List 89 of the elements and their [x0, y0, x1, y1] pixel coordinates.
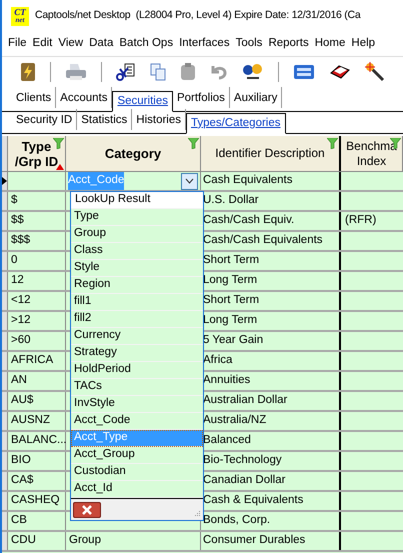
menu-item[interactable]: Batch Ops [119, 35, 174, 53]
menu-item[interactable]: Interfaces [179, 35, 230, 53]
table-cell-text: <12 [11, 293, 31, 308]
tab[interactable]: Statistics [77, 109, 132, 130]
table-cell-text: Group [69, 533, 101, 548]
table-cell-text: CB [11, 513, 27, 528]
list-option[interactable]: Currency [71, 328, 203, 345]
tab[interactable]: Auxiliary [230, 87, 282, 108]
table-cell-text: CASHEQ [11, 493, 60, 508]
table-cell-text: (RFR) [345, 213, 376, 228]
list-option[interactable]: InvStyle [71, 396, 203, 413]
resize-grip-icon[interactable] [193, 510, 201, 518]
table-cell-text: Balanced [203, 433, 251, 448]
list-option[interactable]: Acct_Group [71, 447, 203, 464]
table-cell-text: Canadian Dollar [203, 473, 286, 488]
table-cell-text: BIO [11, 453, 31, 468]
undo-icon[interactable] [210, 64, 228, 80]
tab[interactable]: Portfolios [172, 87, 230, 108]
close-button[interactable] [73, 502, 101, 518]
table-cell-text: AN [11, 373, 27, 388]
dropdown-button[interactable] [181, 172, 198, 190]
table-cell-text: $ [11, 193, 18, 208]
tab[interactable]: Types/Categories [186, 113, 286, 134]
list-option[interactable]: HoldPeriod [71, 362, 203, 379]
table-cell-text: Annuities [203, 373, 250, 388]
table-cell-text: Long Term [203, 273, 258, 288]
list-option[interactable]: Class [71, 243, 203, 260]
eraser-icon[interactable] [329, 64, 351, 80]
table-cell-text: 12 [11, 273, 24, 288]
list-header: LookUp Result [71, 192, 203, 209]
table-cell-text: Cash & Equivalents [203, 493, 304, 508]
table-cell-text: 0 [11, 253, 18, 268]
tab[interactable]: Security ID [12, 109, 78, 130]
list-option[interactable]: Style [71, 260, 203, 277]
column-header[interactable]: Category [66, 136, 201, 171]
menu-item[interactable]: Home [314, 35, 346, 53]
table-cell-text: >12 [11, 313, 31, 328]
copy-icon[interactable] [150, 62, 166, 80]
list-option[interactable]: Type [71, 209, 203, 226]
table-cell-text: AFRICA [11, 353, 54, 368]
table-cell-text: BALANC... [11, 433, 67, 448]
table-cell-text: Cash Equivalents [203, 173, 292, 188]
table-cell-text: Cash/Cash Equiv. [203, 213, 294, 228]
chevron-down-icon [185, 178, 194, 184]
tab[interactable]: Clients [12, 87, 56, 108]
menu-item[interactable]: File [8, 35, 27, 53]
close-icon [81, 504, 93, 514]
table-cell-text: >60 [11, 333, 31, 348]
window-title: Captools/net Desktop (L28004 Pro, Level 4) Expire Date: 12/31/2016 (Ca [35, 8, 360, 24]
column-header[interactable]: Type /Grp ID [8, 136, 66, 171]
table-cell-text: Short Term [203, 253, 260, 268]
list-option[interactable]: fill1 [71, 294, 203, 311]
table-cell-text: AUSNZ [11, 413, 50, 428]
menu-item[interactable]: Tools [236, 35, 262, 53]
table-cell-text: Short Term [203, 293, 260, 308]
list-option[interactable]: Custodian [71, 464, 203, 481]
printer-icon[interactable] [65, 62, 87, 80]
menu-item[interactable]: Help [351, 35, 376, 53]
table-cell-text: Australia/NZ [203, 413, 266, 428]
list-option[interactable]: fill2 [71, 311, 203, 328]
sort-indicator-icon [56, 164, 64, 170]
table-cell-text: U.S. Dollar [203, 193, 259, 208]
table-cell-text: CA$ [11, 473, 34, 488]
scissors-document-icon[interactable] [116, 62, 136, 80]
table-cell-text: Cash/Cash Equivalents [203, 233, 323, 248]
column-header[interactable]: Identifier Description [201, 136, 341, 171]
table-cell-text: Bio-Technology [203, 453, 282, 468]
table-cell-text: Bonds, Corp. [203, 513, 270, 528]
menu-item[interactable]: Edit [32, 35, 52, 53]
list-option[interactable]: TACs [71, 379, 203, 396]
paste-icon[interactable] [180, 62, 196, 80]
table-cell-text: CDU [11, 533, 36, 548]
list-option[interactable]: Region [71, 277, 203, 294]
table-cell-text: Australian Dollar [203, 393, 288, 408]
magic-wand-icon[interactable] [365, 62, 385, 82]
table-cell-text: 5 Year Gain [203, 333, 264, 348]
tab[interactable]: Securities [112, 91, 173, 112]
list-option[interactable]: Group [71, 226, 203, 243]
table-cell-text: $$$ [11, 233, 30, 248]
table-cell-text: $$ [11, 213, 24, 228]
table-cell-text: Long Term [203, 313, 258, 328]
table-cell-text: Consumer Durables [203, 533, 306, 548]
lightning-icon[interactable] [20, 62, 36, 82]
table-cell-text: Africa [203, 353, 232, 368]
menu-item[interactable]: View [58, 35, 84, 53]
menu-item[interactable]: Reports [268, 35, 309, 53]
table-cell-text: AU$ [11, 393, 34, 408]
menu-item[interactable]: Data [89, 35, 114, 53]
list-option[interactable]: Strategy [71, 345, 203, 362]
